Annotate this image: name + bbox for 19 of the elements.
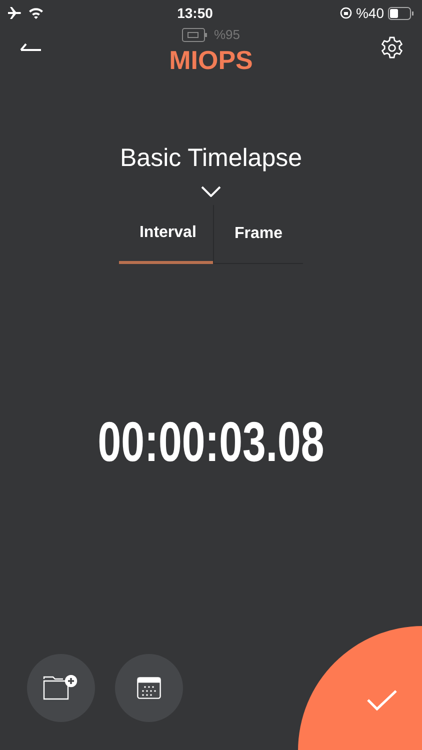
status-time: 13:50: [177, 4, 213, 22]
chevron-down-icon: [201, 186, 221, 196]
rotation-lock-icon: [340, 7, 352, 19]
timer-display: 00:00:03.08: [98, 414, 324, 470]
airplane-icon: [8, 7, 22, 19]
mode-title: Basic Timelapse: [120, 143, 302, 173]
settings-icon: [380, 36, 404, 60]
back-arrow-icon: [20, 43, 42, 51]
check-icon: [366, 689, 398, 711]
tab[interactable]: Interval: [119, 205, 214, 264]
device-battery-percent: %95: [214, 26, 240, 44]
battery-percent: %40: [356, 4, 384, 22]
wifi-icon: [28, 7, 44, 19]
tab[interactable]: Frame: [213, 205, 303, 264]
logo: MIOPS: [169, 46, 253, 72]
battery-icon: [388, 6, 414, 20]
device-battery-icon: [182, 28, 208, 42]
calendar-icon: [137, 677, 161, 699]
folder-add-icon: [43, 675, 79, 701]
